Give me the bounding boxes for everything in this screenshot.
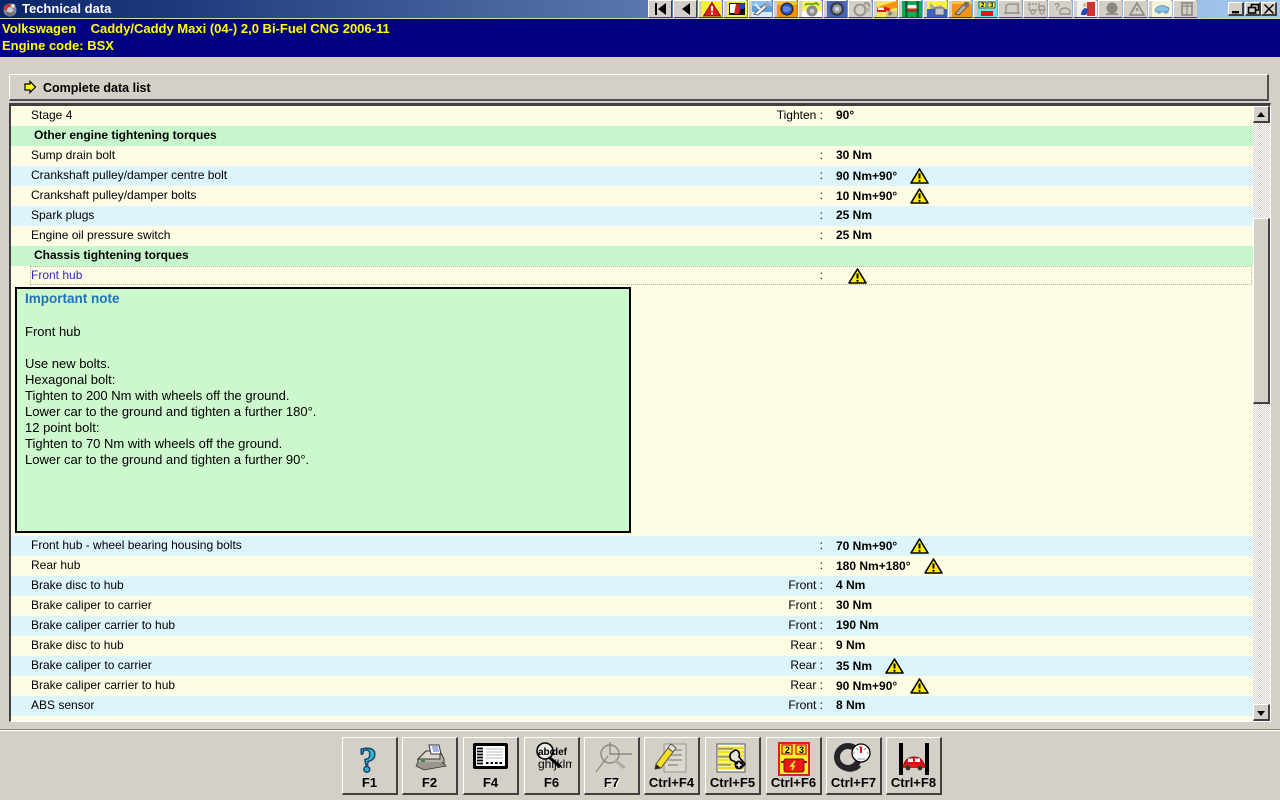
svg-text:abc: abc — [538, 747, 556, 758]
svg-text:3: 3 — [799, 745, 804, 755]
svg-text:?: ? — [359, 742, 377, 778]
svg-text:?: ? — [1054, 2, 1060, 13]
svg-text:2: 2 — [785, 745, 790, 755]
svg-text:T: T — [859, 747, 863, 753]
